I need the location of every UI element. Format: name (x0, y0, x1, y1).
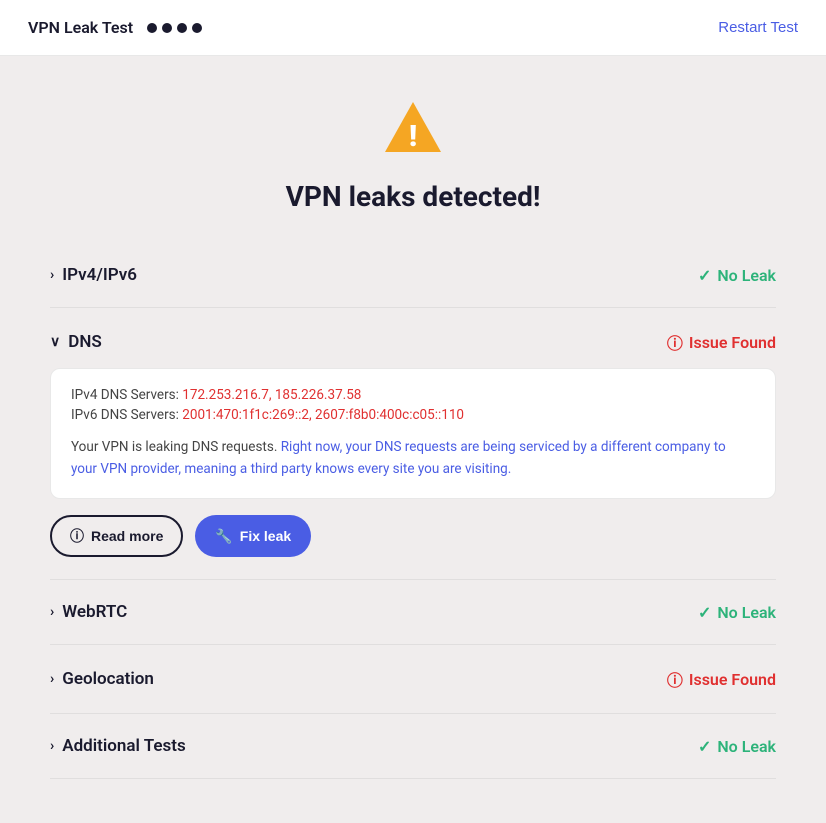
check-icon-additional: ✓ (698, 737, 711, 756)
ipv4-dns-label: IPv4 DNS Servers: (71, 387, 179, 403)
hero-title: VPN leaks detected! (50, 180, 776, 213)
dns-label-group[interactable]: ∨ DNS (50, 332, 102, 352)
webrtc-label-group[interactable]: › WebRTC (50, 602, 127, 622)
check-icon-webrtc: ✓ (698, 603, 711, 622)
ipv4-dns-row: IPv4 DNS Servers: 172.253.216.7, 185.226… (71, 387, 755, 403)
dns-description: Your VPN is leaking DNS requests. Right … (71, 437, 755, 480)
ipv4ipv6-label-group[interactable]: › IPv4/IPv6 (50, 265, 137, 285)
ipv6-dns-row: IPv6 DNS Servers: 2001:470:1f1c:269::2, … (71, 407, 755, 423)
chevron-right-icon-webrtc: › (50, 604, 54, 620)
dns-status-label: Issue Found (689, 333, 776, 352)
additional-tests-status-label: No Leak (717, 737, 776, 756)
ipv4ipv6-section: › IPv4/IPv6 ✓ No Leak (50, 243, 776, 308)
loading-dots (147, 23, 202, 33)
geolocation-status: ⓘ Issue Found (667, 667, 776, 691)
webrtc-header[interactable]: › WebRTC ✓ No Leak (50, 602, 776, 622)
ipv6-dns-values: 2001:470:1f1c:269::2, 2607:f8b0:400c:c05… (182, 407, 464, 423)
dns-status: ⓘ Issue Found (667, 330, 776, 354)
ipv4ipv6-status-label: No Leak (717, 266, 776, 285)
geolocation-header[interactable]: › Geolocation ⓘ Issue Found (50, 667, 776, 691)
dns-details-card: IPv4 DNS Servers: 172.253.216.7, 185.226… (50, 368, 776, 499)
wrench-icon: 🔧 (215, 528, 232, 545)
dot-4 (192, 23, 202, 33)
dns-label: DNS (68, 332, 101, 352)
header: VPN Leak Test Restart Test (0, 0, 826, 56)
webrtc-status-label: No Leak (717, 603, 776, 622)
geolocation-section: › Geolocation ⓘ Issue Found (50, 645, 776, 714)
svg-text:!: ! (409, 119, 417, 154)
fix-leak-label: Fix leak (240, 528, 291, 544)
hero-section: ! VPN leaks detected! (50, 56, 776, 243)
chevron-right-icon-additional: › (50, 738, 54, 754)
geolocation-label-group[interactable]: › Geolocation (50, 669, 154, 689)
geolocation-label: Geolocation (62, 669, 154, 689)
ipv4ipv6-label: IPv4/IPv6 (62, 265, 137, 285)
fix-leak-button[interactable]: 🔧 Fix leak (195, 515, 311, 557)
issue-circle-icon: ⓘ (667, 330, 683, 354)
main-content: ! VPN leaks detected! › IPv4/IPv6 ✓ No L… (0, 56, 826, 819)
geolocation-status-label: Issue Found (689, 670, 776, 689)
webrtc-status: ✓ No Leak (698, 603, 776, 622)
read-more-button[interactable]: ⓘ Read more (50, 515, 183, 557)
dns-section: ∨ DNS ⓘ Issue Found IPv4 DNS Servers: 17… (50, 308, 776, 580)
read-more-label: Read more (91, 528, 163, 544)
app-title: VPN Leak Test (28, 18, 133, 37)
chevron-down-icon: ∨ (50, 334, 60, 350)
chevron-right-icon-geo: › (50, 671, 54, 687)
additional-tests-label-group[interactable]: › Additional Tests (50, 736, 186, 756)
info-icon: ⓘ (70, 526, 84, 546)
dot-3 (177, 23, 187, 33)
restart-test-button[interactable]: Restart Test (718, 19, 798, 36)
dns-desc-plain: Your VPN is leaking DNS requests. (71, 439, 281, 455)
ipv6-dns-label: IPv6 DNS Servers: (71, 407, 179, 423)
additional-tests-section: › Additional Tests ✓ No Leak (50, 714, 776, 779)
app-title-group: VPN Leak Test (28, 18, 202, 37)
additional-tests-header[interactable]: › Additional Tests ✓ No Leak (50, 736, 776, 756)
warning-icon: ! (381, 96, 445, 160)
ipv4ipv6-header[interactable]: › IPv4/IPv6 ✓ No Leak (50, 265, 776, 285)
webrtc-label: WebRTC (62, 602, 127, 622)
dns-action-buttons: ⓘ Read more 🔧 Fix leak (50, 515, 776, 557)
check-icon: ✓ (698, 266, 711, 285)
dns-header[interactable]: ∨ DNS ⓘ Issue Found (50, 330, 776, 354)
ipv4ipv6-status: ✓ No Leak (698, 266, 776, 285)
additional-tests-status: ✓ No Leak (698, 737, 776, 756)
webrtc-section: › WebRTC ✓ No Leak (50, 580, 776, 645)
additional-tests-label: Additional Tests (62, 736, 186, 756)
chevron-right-icon: › (50, 267, 54, 283)
ipv4-dns-values: 172.253.216.7, 185.226.37.58 (182, 387, 361, 403)
dot-1 (147, 23, 157, 33)
dot-2 (162, 23, 172, 33)
issue-circle-icon-geo: ⓘ (667, 667, 683, 691)
